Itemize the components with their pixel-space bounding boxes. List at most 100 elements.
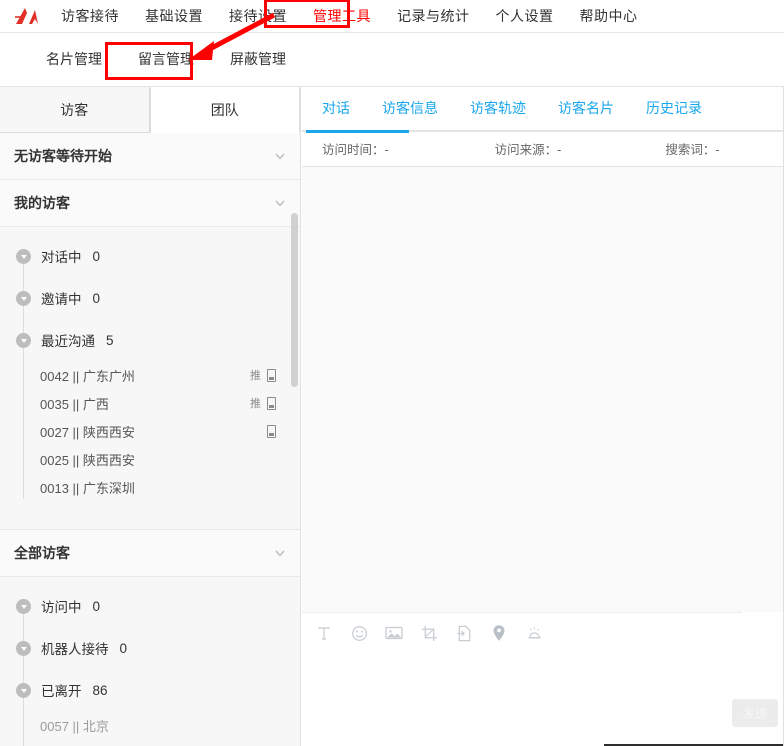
- meta-search-keyword: 搜索词：-: [665, 142, 720, 157]
- collapse-toggle-icon[interactable]: [16, 248, 31, 264]
- category-connector-line: [23, 249, 24, 499]
- visitor-list-item[interactable]: 0035 || 广西 推: [0, 389, 300, 417]
- category-label: 对话中: [41, 250, 82, 265]
- mobile-phone-icon: [267, 368, 276, 382]
- meta-visit-time: 访问时间：-: [322, 142, 389, 157]
- topnav-item-4[interactable]: 记录与统计: [384, 0, 483, 32]
- category-count: 5: [106, 332, 114, 348]
- topnav-item-6[interactable]: 帮助中心: [567, 0, 651, 32]
- category-connector-line: [23, 599, 24, 746]
- alarm-bell-icon[interactable]: [524, 623, 544, 643]
- category-row-robot-reception[interactable]: 机器人接待 0: [0, 627, 300, 669]
- mobile-phone-icon: [267, 424, 276, 438]
- collapse-toggle-icon[interactable]: [16, 682, 31, 698]
- visitor-push-badge: 推: [250, 370, 261, 382]
- category-label: 已离开: [41, 684, 82, 699]
- active-tab-underline: [306, 130, 409, 133]
- category-row-left[interactable]: 已离开 86: [0, 669, 300, 711]
- group-header-my-visitors[interactable]: 我的访客: [0, 180, 300, 227]
- category-row-recent-contact[interactable]: 最近沟通 5: [0, 319, 300, 361]
- chevron-down-icon: [275, 153, 285, 160]
- meta-visit-source: 访问来源：-: [494, 142, 562, 157]
- group-title: 全部访客: [14, 545, 70, 561]
- group-header-all-visitors[interactable]: 全部访客: [0, 530, 300, 577]
- tab-visitor-card[interactable]: 访客名片: [542, 87, 630, 130]
- subnav-item-block-management[interactable]: 屏蔽管理: [212, 33, 304, 86]
- visitor-sidebar: 访客 团队 无访客等待开始 我的访客 对话中 0 邀请中 0 最近沟通 5 00…: [0, 87, 301, 746]
- text-format-icon[interactable]: [314, 623, 334, 643]
- subnav-item-card-management[interactable]: 名片管理: [28, 33, 120, 86]
- tab-conversation[interactable]: 对话: [306, 87, 366, 130]
- sub-navigation-bar: 名片管理 留言管理 屏蔽管理: [0, 33, 784, 86]
- category-label: 访问中: [41, 600, 82, 615]
- sidebar-tab-visitors[interactable]: 访客: [0, 87, 150, 133]
- collapse-toggle-icon[interactable]: [16, 332, 31, 348]
- composer-toolbar: [302, 612, 784, 654]
- message-history-area: [302, 167, 784, 612]
- tab-visitor-info[interactable]: 访客信息: [366, 87, 454, 130]
- sidebar-spacer: [0, 507, 300, 529]
- top-navigation-bar: 访客接待 基础设置 接待设置 管理工具 记录与统计 个人设置 帮助中心: [0, 0, 784, 32]
- category-row-inviting[interactable]: 邀请中 0: [0, 277, 300, 319]
- category-label: 机器人接待: [41, 642, 109, 657]
- category-row-visiting[interactable]: 访问中 0: [0, 585, 300, 627]
- chevron-down-icon: [275, 550, 285, 557]
- group-title: 我的访客: [14, 195, 70, 211]
- sidebar-tab-team[interactable]: 团队: [149, 87, 300, 133]
- visitor-name: 0027 || 陕西西安: [40, 424, 135, 440]
- visitor-name: 0057 || 北京: [40, 718, 109, 734]
- category-label: 最近沟通: [41, 334, 95, 349]
- brand-a-logo-icon: [12, 4, 42, 28]
- category-label: 邀请中: [41, 292, 82, 307]
- visitor-list-item[interactable]: 0025 || 陕西西安: [0, 445, 300, 473]
- visitor-name: 0042 || 广东广州: [40, 368, 135, 384]
- visitor-push-badge: 推: [250, 398, 261, 410]
- collapse-toggle-icon[interactable]: [16, 640, 31, 656]
- category-row-in-conversation[interactable]: 对话中 0: [0, 235, 300, 277]
- category-list-my-visitors: 对话中 0 邀请中 0 最近沟通 5 0042 || 广东广州 推 0035 |…: [0, 227, 300, 507]
- collapse-toggle-icon[interactable]: [16, 290, 31, 306]
- image-icon[interactable]: [384, 623, 404, 643]
- sidebar-scroll-area: 无访客等待开始 我的访客 对话中 0 邀请中 0 最近沟通 5 0042 || …: [0, 133, 300, 746]
- conversation-tabs: 对话 访客信息 访客轨迹 访客名片 历史记录: [302, 87, 784, 133]
- category-count: 0: [92, 598, 101, 614]
- sidebar-scrollbar[interactable]: [291, 213, 298, 387]
- screenshot-crop-icon[interactable]: [419, 623, 439, 643]
- visitor-list-item[interactable]: 0042 || 广东广州 推: [0, 361, 300, 389]
- category-list-all-visitors: 访问中 0 机器人接待 0 已离开 86 0057 || 北京 005: [0, 577, 300, 746]
- mobile-phone-icon: [267, 396, 276, 410]
- category-count: 0: [92, 248, 101, 264]
- location-pin-icon[interactable]: [489, 623, 509, 643]
- visitor-list-item[interactable]: 0056 || 河南驻马店: [0, 739, 300, 746]
- category-count: 0: [92, 290, 101, 306]
- sidebar-tabs: 访客 团队: [0, 87, 300, 133]
- message-composer: 发送: [302, 612, 784, 745]
- group-title: 无访客等待开始: [14, 148, 112, 164]
- tab-visitor-track[interactable]: 访客轨迹: [454, 87, 542, 130]
- tab-history[interactable]: 历史记录: [630, 87, 718, 130]
- group-header-no-visitor-waiting[interactable]: 无访客等待开始: [0, 133, 300, 180]
- conversation-panel: 对话 访客信息 访客轨迹 访客名片 历史记录 访问时间：- 访问来源：- 搜索词…: [302, 87, 784, 746]
- composer-divider: [302, 612, 742, 613]
- visitor-name: 0013 || 广东深圳: [40, 480, 135, 496]
- file-transfer-icon[interactable]: [454, 623, 474, 643]
- visitor-list-item[interactable]: 0013 || 广东深圳: [0, 473, 300, 501]
- sidebar-scrollbar-thumb[interactable]: [291, 213, 298, 387]
- category-count: 0: [119, 640, 128, 656]
- topnav-item-2[interactable]: 接待设置: [216, 0, 300, 32]
- chevron-down-icon: [275, 200, 285, 207]
- visitor-list-item[interactable]: 0057 || 北京: [0, 711, 300, 739]
- category-count: 86: [92, 682, 108, 698]
- topnav-item-3[interactable]: 管理工具: [300, 0, 384, 32]
- visitor-name: 0035 || 广西: [40, 396, 109, 412]
- collapse-toggle-icon[interactable]: [16, 598, 31, 614]
- topnav-item-1[interactable]: 基础设置: [132, 0, 216, 32]
- emoji-smiley-icon[interactable]: [349, 623, 369, 643]
- subnav-item-message-management[interactable]: 留言管理: [120, 33, 212, 86]
- visitor-list-item[interactable]: 0027 || 陕西西安: [0, 417, 300, 445]
- visitor-meta-bar: 访问时间：- 访问来源：- 搜索词：-: [302, 130, 784, 167]
- topnav-item-0[interactable]: 访客接待: [48, 0, 132, 32]
- app-root: 访客接待 基础设置 接待设置 管理工具 记录与统计 个人设置 帮助中心 名片管理…: [0, 0, 784, 746]
- topnav-item-5[interactable]: 个人设置: [483, 0, 567, 32]
- send-button[interactable]: 发送: [732, 699, 778, 727]
